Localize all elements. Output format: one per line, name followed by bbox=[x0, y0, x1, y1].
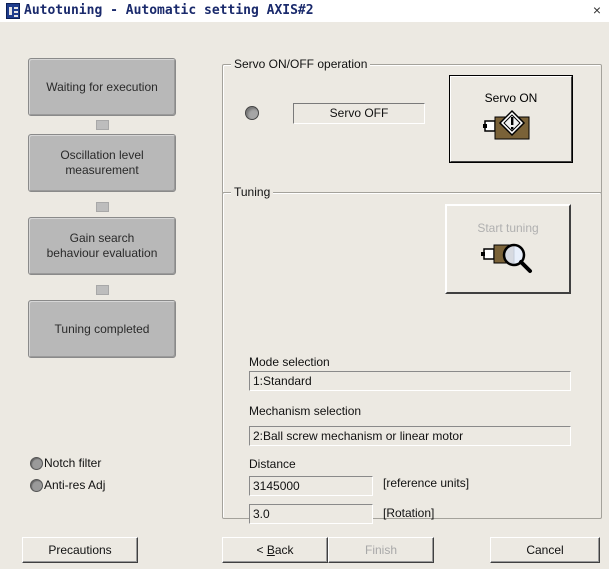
distance-label: Distance bbox=[249, 457, 296, 471]
step-label: Gain search bbox=[69, 231, 135, 245]
servo-group-title: Servo ON/OFF operation bbox=[231, 57, 371, 71]
servo-onoff-group: Servo ON/OFF operation Servo OFF Servo O… bbox=[222, 57, 602, 194]
notch-filter-label: Notch filter bbox=[44, 456, 102, 470]
step-tuning-completed: Tuning completed bbox=[28, 300, 176, 358]
step-connector bbox=[96, 120, 109, 130]
title-bar: Autotuning - Automatic setting AXIS#2 × bbox=[0, 0, 609, 22]
finish-button[interactable]: Finish bbox=[328, 537, 434, 563]
precautions-button[interactable]: Precautions bbox=[22, 537, 138, 563]
mechanism-selection-field: 2:Ball screw mechanism or linear motor bbox=[249, 426, 571, 446]
back-button[interactable]: < Back bbox=[222, 537, 328, 563]
dialog-body: Waiting for execution Oscillation level … bbox=[6, 24, 609, 569]
step-label: measurement bbox=[65, 163, 139, 177]
start-tuning-label: Start tuning bbox=[477, 221, 539, 235]
rotation-field: 3.0 bbox=[249, 504, 373, 524]
tuning-group-title: Tuning bbox=[231, 185, 274, 199]
back-accelerator: B bbox=[266, 543, 275, 557]
servo-on-button[interactable]: Servo ON bbox=[449, 75, 573, 163]
window-title: Autotuning - Automatic setting AXIS#2 bbox=[24, 3, 314, 18]
anti-res-label: Anti-res Adj bbox=[44, 478, 106, 492]
step-label: Tuning completed bbox=[54, 321, 150, 336]
step-connector bbox=[96, 202, 109, 212]
servo-status-display: Servo OFF bbox=[293, 103, 425, 124]
step-label: Oscillation level bbox=[60, 148, 144, 162]
autotuning-window: Autotuning - Automatic setting AXIS#2 × … bbox=[0, 0, 609, 569]
app-icon bbox=[6, 3, 20, 19]
step-oscillation-level-measurement: Oscillation level measurement bbox=[28, 134, 176, 192]
mechanism-selection-label: Mechanism selection bbox=[249, 404, 362, 418]
back-prefix: < bbox=[256, 543, 267, 557]
step-label: behaviour evaluation bbox=[46, 246, 158, 260]
mode-selection-field: 1:Standard bbox=[249, 371, 571, 391]
distance-unit: [reference units] bbox=[383, 476, 470, 490]
start-tuning-button[interactable]: Start tuning bbox=[445, 204, 571, 294]
step-connector bbox=[96, 285, 109, 295]
step-gain-search: Gain search behaviour evaluation bbox=[28, 217, 176, 275]
mode-selection-label: Mode selection bbox=[249, 355, 330, 369]
back-rest: ack bbox=[274, 543, 294, 557]
anti-res-indicator bbox=[30, 479, 43, 492]
distance-field: 3145000 bbox=[249, 476, 373, 496]
close-icon[interactable]: × bbox=[589, 2, 605, 18]
servo-on-label: Servo ON bbox=[484, 91, 538, 105]
notch-filter-indicator bbox=[30, 457, 43, 470]
servo-motor-power-icon bbox=[483, 109, 530, 140]
servo-status-lamp bbox=[245, 106, 259, 120]
cancel-button[interactable]: Cancel bbox=[490, 537, 600, 563]
motor-magnifier-icon bbox=[481, 243, 532, 273]
step-label: Waiting for execution bbox=[46, 79, 158, 94]
step-waiting-for-execution: Waiting for execution bbox=[28, 58, 176, 116]
tuning-group: Tuning Start tuning Mode selection 1:Sta… bbox=[222, 185, 602, 524]
rotation-unit: [Rotation] bbox=[383, 506, 435, 520]
